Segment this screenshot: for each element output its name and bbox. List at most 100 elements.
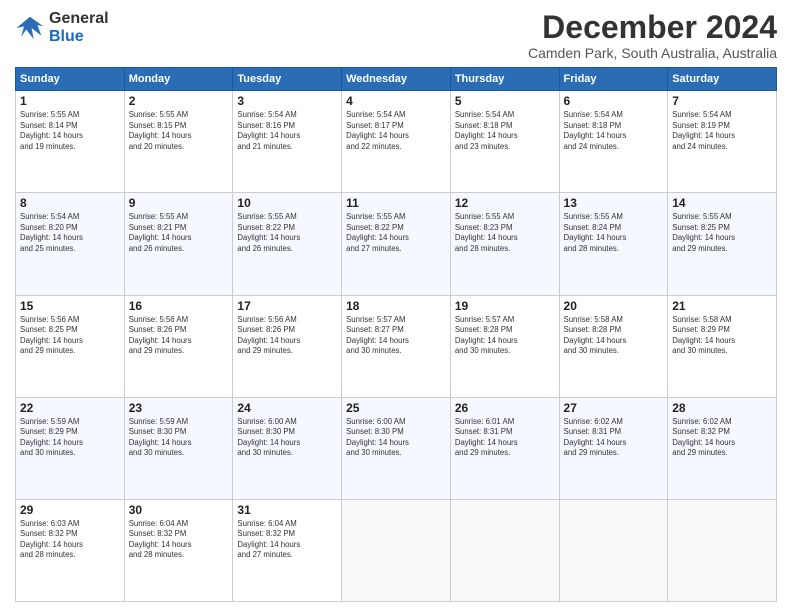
table-row: 18Sunrise: 5:57 AMSunset: 8:27 PMDayligh… <box>342 295 451 397</box>
table-row: 12 Sunrise: 5:55 AMSunset: 8:23 PMDayligh… <box>450 193 559 295</box>
month-title: December 2024 <box>528 10 777 45</box>
day-number: 3 <box>237 94 337 108</box>
table-row: 19 Sunrise: 5:57 AMSunset: 8:28 PMDayligh… <box>450 295 559 397</box>
day-number: 15 <box>20 299 120 313</box>
col-sunday: Sunday <box>16 68 125 91</box>
table-row: 2 Sunrise: 5:55 AMSunset: 8:15 PMDaylight… <box>124 91 233 193</box>
day-number: 24 <box>237 401 337 415</box>
location-title: Camden Park, South Australia, Australia <box>528 45 777 61</box>
day-number: 30 <box>129 503 229 517</box>
calendar-week-row: 15Sunrise: 5:56 AMSunset: 8:25 PMDayligh… <box>16 295 777 397</box>
day-info: Sunrise: 5:55 AMSunset: 8:23 PMDaylight:… <box>455 212 555 254</box>
day-number: 2 <box>129 94 229 108</box>
calendar-week-row: 29 Sunrise: 6:03 AMSunset: 8:32 PMDayligh… <box>16 499 777 601</box>
table-row: 21 Sunrise: 5:58 AMSunset: 8:29 PMDayligh… <box>668 295 777 397</box>
day-info: Sunrise: 5:58 AMSunset: 8:28 PMDaylight:… <box>564 315 664 357</box>
calendar: Sunday Monday Tuesday Wednesday Thursday… <box>15 67 777 602</box>
day-info: Sunrise: 5:55 AMSunset: 8:14 PMDaylight:… <box>20 110 120 152</box>
table-row: 23 Sunrise: 5:59 AMSunset: 8:30 PMDayligh… <box>124 397 233 499</box>
day-number: 17 <box>237 299 337 313</box>
page: GeneralBlue December 2024 Camden Park, S… <box>0 0 792 612</box>
day-info: Sunrise: 5:55 AMSunset: 8:21 PMDaylight:… <box>129 212 229 254</box>
day-info: Sunrise: 6:02 AMSunset: 8:32 PMDaylight:… <box>672 417 772 459</box>
day-info: Sunrise: 5:54 AMSunset: 8:18 PMDaylight:… <box>455 110 555 152</box>
col-friday: Friday <box>559 68 668 91</box>
table-row: 16Sunrise: 5:56 AMSunset: 8:26 PMDayligh… <box>124 295 233 397</box>
day-number: 4 <box>346 94 446 108</box>
day-number: 28 <box>672 401 772 415</box>
day-number: 19 <box>455 299 555 313</box>
day-info: Sunrise: 5:54 AMSunset: 8:18 PMDaylight:… <box>564 110 664 152</box>
table-row: 24 Sunrise: 6:00 AMSunset: 8:30 PMDayligh… <box>233 397 342 499</box>
table-row: 15Sunrise: 5:56 AMSunset: 8:25 PMDayligh… <box>16 295 125 397</box>
day-info: Sunrise: 6:03 AMSunset: 8:32 PMDaylight:… <box>20 519 120 561</box>
day-info: Sunrise: 5:54 AMSunset: 8:16 PMDaylight:… <box>237 110 337 152</box>
table-row: 8Sunrise: 5:54 AMSunset: 8:20 PMDaylight… <box>16 193 125 295</box>
day-number: 20 <box>564 299 664 313</box>
day-number: 26 <box>455 401 555 415</box>
table-row: 10Sunrise: 5:55 AMSunset: 8:22 PMDayligh… <box>233 193 342 295</box>
table-row: 4 Sunrise: 5:54 AMSunset: 8:17 PMDaylight… <box>342 91 451 193</box>
day-number: 25 <box>346 401 446 415</box>
day-info: Sunrise: 5:56 AMSunset: 8:26 PMDaylight:… <box>237 315 337 357</box>
logo-general: GeneralBlue <box>49 10 109 45</box>
table-row: 17 Sunrise: 5:56 AMSunset: 8:26 PMDayligh… <box>233 295 342 397</box>
day-info: Sunrise: 5:58 AMSunset: 8:29 PMDaylight:… <box>672 315 772 357</box>
day-number: 6 <box>564 94 664 108</box>
table-row: 6 Sunrise: 5:54 AMSunset: 8:18 PMDaylight… <box>559 91 668 193</box>
day-info: Sunrise: 5:55 AMSunset: 8:22 PMDaylight:… <box>237 212 337 254</box>
table-row: 20 Sunrise: 5:58 AMSunset: 8:28 PMDayligh… <box>559 295 668 397</box>
logo-text: GeneralBlue <box>49 10 109 45</box>
col-thursday: Thursday <box>450 68 559 91</box>
table-row: 13Sunrise: 5:55 AMSunset: 8:24 PMDayligh… <box>559 193 668 295</box>
table-row <box>342 499 451 601</box>
calendar-week-row: 22Sunrise: 5:59 AMSunset: 8:29 PMDayligh… <box>16 397 777 499</box>
day-info: Sunrise: 6:04 AMSunset: 8:32 PMDaylight:… <box>129 519 229 561</box>
header: GeneralBlue December 2024 Camden Park, S… <box>15 10 777 61</box>
day-number: 7 <box>672 94 772 108</box>
table-row: 30 Sunrise: 6:04 AMSunset: 8:32 PMDayligh… <box>124 499 233 601</box>
table-row: 25 Sunrise: 6:00 AMSunset: 8:30 PMDayligh… <box>342 397 451 499</box>
table-row <box>668 499 777 601</box>
day-info: Sunrise: 5:54 AMSunset: 8:17 PMDaylight:… <box>346 110 446 152</box>
day-number: 29 <box>20 503 120 517</box>
logo-icon <box>15 13 45 43</box>
table-row: 28 Sunrise: 6:02 AMSunset: 8:32 PMDayligh… <box>668 397 777 499</box>
day-number: 12 <box>455 196 555 210</box>
calendar-body: 1Sunrise: 5:55 AMSunset: 8:14 PMDaylight… <box>16 91 777 602</box>
day-number: 16 <box>129 299 229 313</box>
day-number: 14 <box>672 196 772 210</box>
table-row: 29 Sunrise: 6:03 AMSunset: 8:32 PMDayligh… <box>16 499 125 601</box>
day-number: 31 <box>237 503 337 517</box>
table-row <box>450 499 559 601</box>
day-number: 5 <box>455 94 555 108</box>
day-number: 23 <box>129 401 229 415</box>
day-number: 21 <box>672 299 772 313</box>
logo: GeneralBlue <box>15 10 109 45</box>
table-row: 1Sunrise: 5:55 AMSunset: 8:14 PMDaylight… <box>16 91 125 193</box>
day-info: Sunrise: 5:57 AMSunset: 8:28 PMDaylight:… <box>455 315 555 357</box>
day-number: 9 <box>129 196 229 210</box>
calendar-header-row: Sunday Monday Tuesday Wednesday Thursday… <box>16 68 777 91</box>
day-info: Sunrise: 6:00 AMSunset: 8:30 PMDaylight:… <box>346 417 446 459</box>
calendar-week-row: 8Sunrise: 5:54 AMSunset: 8:20 PMDaylight… <box>16 193 777 295</box>
day-info: Sunrise: 5:59 AMSunset: 8:30 PMDaylight:… <box>129 417 229 459</box>
day-info: Sunrise: 6:00 AMSunset: 8:30 PMDaylight:… <box>237 417 337 459</box>
day-number: 27 <box>564 401 664 415</box>
day-info: Sunrise: 6:02 AMSunset: 8:31 PMDaylight:… <box>564 417 664 459</box>
day-info: Sunrise: 5:55 AMSunset: 8:25 PMDaylight:… <box>672 212 772 254</box>
table-row: 31Sunrise: 6:04 AMSunset: 8:32 PMDayligh… <box>233 499 342 601</box>
day-info: Sunrise: 5:57 AMSunset: 8:27 PMDaylight:… <box>346 315 446 357</box>
day-info: Sunrise: 5:54 AMSunset: 8:20 PMDaylight:… <box>20 212 120 254</box>
col-tuesday: Tuesday <box>233 68 342 91</box>
day-number: 22 <box>20 401 120 415</box>
table-row: 27 Sunrise: 6:02 AMSunset: 8:31 PMDayligh… <box>559 397 668 499</box>
table-row: 14 Sunrise: 5:55 AMSunset: 8:25 PMDayligh… <box>668 193 777 295</box>
title-block: December 2024 Camden Park, South Austral… <box>528 10 777 61</box>
day-info: Sunrise: 5:55 AMSunset: 8:24 PMDaylight:… <box>564 212 664 254</box>
day-info: Sunrise: 5:55 AMSunset: 8:15 PMDaylight:… <box>129 110 229 152</box>
table-row: 22Sunrise: 5:59 AMSunset: 8:29 PMDayligh… <box>16 397 125 499</box>
table-row: 5 Sunrise: 5:54 AMSunset: 8:18 PMDaylight… <box>450 91 559 193</box>
calendar-week-row: 1Sunrise: 5:55 AMSunset: 8:14 PMDaylight… <box>16 91 777 193</box>
table-row: 26Sunrise: 6:01 AMSunset: 8:31 PMDayligh… <box>450 397 559 499</box>
